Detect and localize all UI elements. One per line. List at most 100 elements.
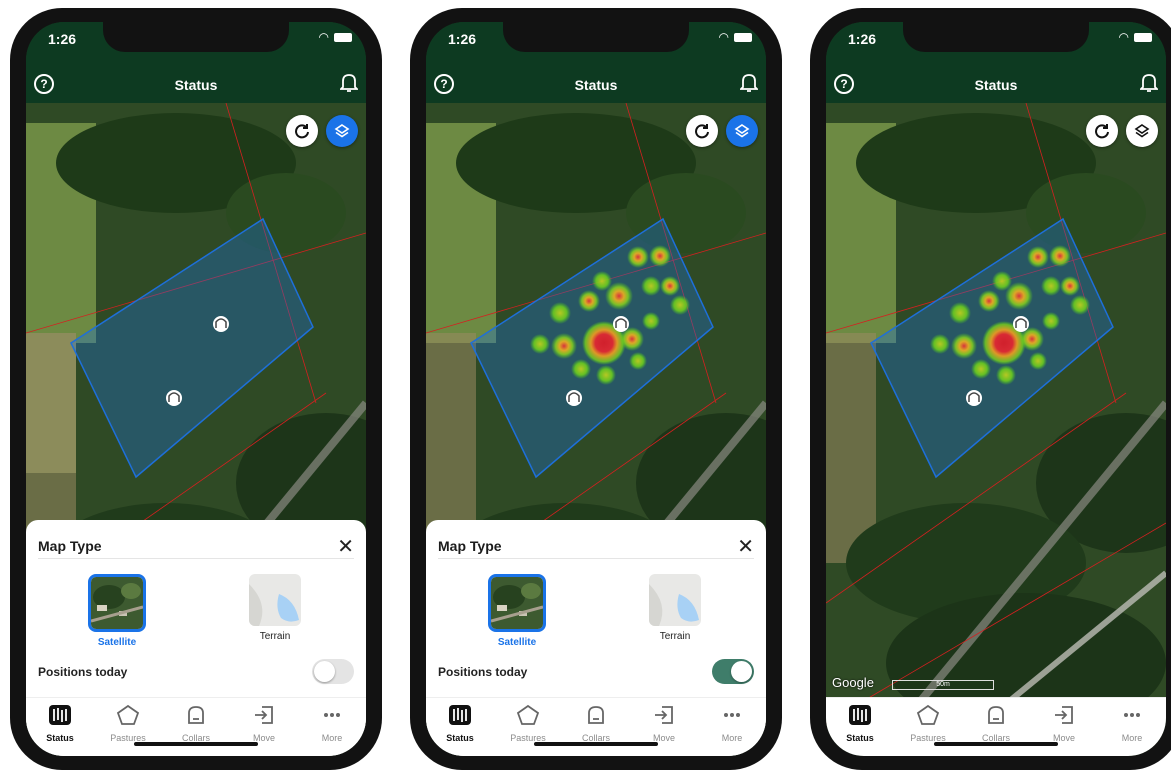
pentagon-icon — [916, 704, 940, 725]
map-option-satellite[interactable]: Satellite — [82, 574, 152, 648]
status-time: 1:26 — [48, 31, 77, 47]
tab-move[interactable]: Move — [630, 704, 698, 743]
tab-collars[interactable]: Collars — [562, 704, 630, 743]
tab-status[interactable]: Status — [426, 704, 494, 743]
bell-icon[interactable] — [340, 72, 358, 92]
wifi-icon: ◠ — [718, 30, 729, 44]
more-icon — [324, 713, 340, 717]
tab-label: Status — [46, 733, 74, 743]
toggle-knob — [314, 661, 335, 682]
wifi-icon: ◠ — [318, 30, 329, 44]
sheet-title: Map Type — [38, 538, 102, 554]
refresh-button[interactable] — [686, 115, 718, 147]
move-icon — [255, 706, 273, 724]
layers-button[interactable] — [1126, 115, 1158, 147]
tab-status[interactable]: Status — [26, 704, 94, 743]
page-title: Status — [974, 77, 1018, 93]
tab-collars[interactable]: Collars — [962, 704, 1030, 743]
status-time: 1:26 — [448, 31, 477, 47]
more-icon — [724, 713, 740, 717]
refresh-icon — [1095, 124, 1109, 139]
home-indicator — [534, 742, 658, 746]
page-title: Status — [574, 77, 618, 93]
collar-icon — [588, 706, 604, 724]
status-time: 1:26 — [848, 31, 877, 47]
status-icons: ◠ — [1119, 30, 1152, 44]
tab-pastures[interactable]: Pastures — [94, 704, 162, 743]
map-icon — [49, 705, 71, 725]
refresh-icon — [295, 124, 309, 139]
more-icon — [1124, 713, 1140, 717]
pentagon-icon — [116, 704, 140, 725]
collar-marker[interactable] — [566, 390, 582, 406]
status-icons: ◠ — [319, 30, 352, 44]
map-option-label: Terrain — [259, 631, 291, 642]
collar-marker[interactable] — [613, 316, 629, 332]
terrain-thumbnail — [649, 574, 701, 626]
phone-1-screen: 1:26 ◠ ? Status Map Type ✕ Satellite Ter… — [26, 22, 366, 756]
tab-more[interactable]: More — [298, 704, 366, 743]
close-icon[interactable]: ✕ — [337, 534, 354, 559]
terrain-thumbnail — [249, 574, 301, 626]
satellite-map[interactable] — [826, 103, 1166, 756]
layers-icon — [1134, 124, 1150, 138]
collar-marker[interactable] — [213, 316, 229, 332]
tab-more[interactable]: More — [698, 704, 766, 743]
tab-label: More — [1121, 733, 1143, 743]
positions-today-toggle[interactable] — [712, 659, 754, 684]
app-header: 1:26 ◠ ? Status — [26, 22, 366, 103]
bell-icon[interactable] — [1140, 72, 1158, 92]
layers-button[interactable] — [326, 115, 358, 147]
refresh-button[interactable] — [286, 115, 318, 147]
satellite-thumbnail — [88, 574, 146, 632]
refresh-button[interactable] — [1086, 115, 1118, 147]
status-icons: ◠ — [719, 30, 752, 44]
tab-bar: Status Pastures Collars Move More — [26, 697, 366, 756]
home-indicator — [134, 742, 258, 746]
tab-pastures[interactable]: Pastures — [494, 704, 562, 743]
collar-marker[interactable] — [166, 390, 182, 406]
positions-today-toggle[interactable] — [312, 659, 354, 684]
move-icon — [1055, 706, 1073, 724]
tab-move[interactable]: Move — [230, 704, 298, 743]
google-attribution: Google — [832, 675, 874, 690]
page-title: Status — [174, 77, 218, 93]
map-icon — [449, 705, 471, 725]
phone-3-screen: 1:26 ◠ ? Status Google 50m Status Pastur… — [826, 22, 1166, 756]
map-scale-bar: 50m — [892, 680, 994, 690]
map-option-label: Terrain — [659, 631, 691, 642]
tab-pastures[interactable]: Pastures — [894, 704, 962, 743]
layers-icon — [734, 124, 750, 138]
divider — [438, 558, 754, 559]
tab-move[interactable]: Move — [1030, 704, 1098, 743]
collar-icon — [988, 706, 1004, 724]
app-header: 1:26 ◠ ? Status — [426, 22, 766, 103]
tab-more[interactable]: More — [1098, 704, 1166, 743]
tab-status[interactable]: Status — [826, 704, 894, 743]
close-icon[interactable]: ✕ — [737, 534, 754, 559]
refresh-icon — [695, 124, 709, 139]
toggle-knob — [731, 661, 752, 682]
phone-2: 1:26 ◠ ? Status Map Type ✕ Satellite Ter… — [410, 8, 782, 770]
map-option-terrain[interactable]: Terrain — [640, 574, 710, 642]
tab-collars[interactable]: Collars — [162, 704, 230, 743]
map-option-label: Satellite — [97, 637, 137, 648]
map-icon — [849, 705, 871, 725]
collar-icon — [188, 706, 204, 724]
satellite-thumbnail — [488, 574, 546, 632]
layers-button[interactable] — [726, 115, 758, 147]
notch — [903, 22, 1089, 52]
notch — [103, 22, 289, 52]
collar-marker[interactable] — [1013, 316, 1029, 332]
collar-marker[interactable] — [966, 390, 982, 406]
app-header: 1:26 ◠ ? Status — [826, 22, 1166, 103]
map-option-satellite[interactable]: Satellite — [482, 574, 552, 648]
tab-label: More — [721, 733, 743, 743]
bell-icon[interactable] — [740, 72, 758, 92]
layers-icon — [334, 124, 350, 138]
phone-2-screen: 1:26 ◠ ? Status Map Type ✕ Satellite Ter… — [426, 22, 766, 756]
positions-today-label: Positions today — [38, 665, 128, 679]
pentagon-icon — [516, 704, 540, 725]
map-option-terrain[interactable]: Terrain — [240, 574, 310, 642]
home-indicator — [934, 742, 1058, 746]
